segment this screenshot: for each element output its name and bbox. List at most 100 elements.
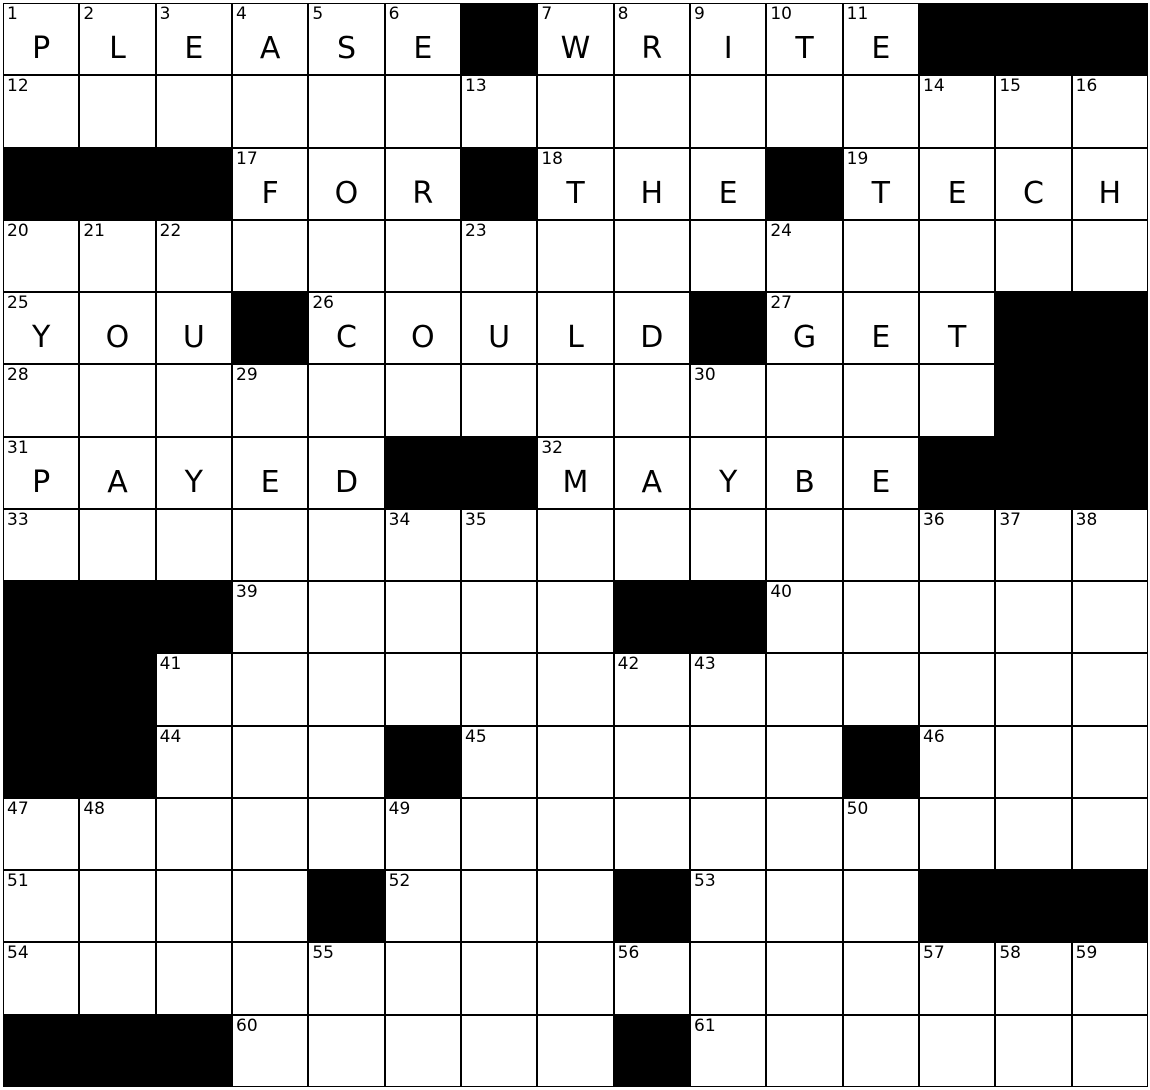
grid-cell[interactable] xyxy=(461,942,538,1015)
grid-cell[interactable] xyxy=(690,797,767,871)
grid-cell[interactable]: D xyxy=(613,292,690,365)
grid-cell[interactable]: 12 xyxy=(3,75,80,148)
grid-cell[interactable] xyxy=(308,581,385,654)
grid-cell[interactable] xyxy=(384,219,461,293)
grid-cell[interactable] xyxy=(79,75,156,148)
grid-cell[interactable] xyxy=(919,364,996,437)
grid-cell[interactable] xyxy=(461,364,538,437)
grid-cell[interactable] xyxy=(1071,581,1148,654)
grid-cell[interactable] xyxy=(995,1014,1072,1087)
grid-cell[interactable]: 21 xyxy=(79,219,156,293)
grid-cell[interactable] xyxy=(766,1014,843,1087)
grid-cell[interactable]: 52 xyxy=(384,870,461,943)
grid-cell[interactable] xyxy=(842,870,919,943)
grid-cell[interactable] xyxy=(384,653,461,726)
grid-cell[interactable]: 59 xyxy=(1071,942,1148,1015)
grid-cell[interactable] xyxy=(995,219,1072,293)
grid-cell[interactable]: 49 xyxy=(384,797,461,871)
grid-cell[interactable]: 22 xyxy=(155,219,232,293)
grid-cell[interactable] xyxy=(461,1014,538,1087)
grid-cell[interactable]: E xyxy=(919,147,996,220)
grid-cell[interactable]: 41 xyxy=(155,653,232,726)
grid-cell[interactable]: 10 T xyxy=(766,3,843,76)
grid-cell[interactable] xyxy=(308,364,385,437)
grid-cell[interactable]: O xyxy=(384,292,461,365)
grid-cell[interactable]: 13 xyxy=(461,75,538,148)
grid-cell[interactable]: 27 G xyxy=(766,292,843,365)
grid-cell[interactable] xyxy=(384,1014,461,1087)
grid-cell[interactable] xyxy=(613,364,690,437)
grid-cell[interactable] xyxy=(537,1014,614,1087)
grid-cell[interactable] xyxy=(613,725,690,798)
grid-cell[interactable]: 60 xyxy=(232,1014,309,1087)
grid-cell[interactable] xyxy=(995,797,1072,871)
grid-cell[interactable] xyxy=(842,653,919,726)
grid-cell[interactable]: 4A xyxy=(232,3,309,76)
grid-cell[interactable] xyxy=(766,870,843,943)
grid-cell[interactable] xyxy=(1071,725,1148,798)
grid-cell[interactable] xyxy=(384,364,461,437)
grid-cell[interactable]: 56 xyxy=(613,942,690,1015)
grid-cell[interactable]: 44 xyxy=(155,725,232,798)
grid-cell[interactable] xyxy=(1071,653,1148,726)
grid-cell[interactable]: 48 xyxy=(79,797,156,871)
grid-cell[interactable]: 14 xyxy=(919,75,996,148)
grid-cell[interactable] xyxy=(384,75,461,148)
grid-cell[interactable] xyxy=(537,797,614,871)
grid-cell[interactable]: 55 xyxy=(308,942,385,1015)
grid-cell[interactable]: 38 xyxy=(1071,508,1148,582)
grid-cell[interactable]: E xyxy=(842,292,919,365)
grid-cell[interactable] xyxy=(537,870,614,943)
grid-cell[interactable] xyxy=(79,942,156,1015)
grid-cell[interactable]: 46 xyxy=(919,725,996,798)
grid-cell[interactable] xyxy=(842,364,919,437)
grid-cell[interactable] xyxy=(232,725,309,798)
grid-cell[interactable]: 45 xyxy=(461,725,538,798)
grid-cell[interactable] xyxy=(919,219,996,293)
grid-cell[interactable] xyxy=(537,508,614,582)
grid-cell[interactable]: L xyxy=(537,292,614,365)
grid-cell[interactable] xyxy=(766,364,843,437)
grid-cell[interactable] xyxy=(995,725,1072,798)
grid-cell[interactable]: D xyxy=(308,436,385,509)
grid-cell[interactable]: 33 xyxy=(3,508,80,582)
grid-cell[interactable]: 32 M xyxy=(537,436,614,509)
grid-cell[interactable] xyxy=(766,508,843,582)
grid-cell[interactable]: 29 xyxy=(232,364,309,437)
grid-cell[interactable]: 3E xyxy=(155,3,232,76)
grid-cell[interactable]: O xyxy=(79,292,156,365)
grid-cell[interactable] xyxy=(537,219,614,293)
grid-cell[interactable] xyxy=(461,653,538,726)
grid-cell[interactable]: 2L xyxy=(79,3,156,76)
grid-cell[interactable] xyxy=(995,653,1072,726)
grid-cell[interactable]: 53 xyxy=(690,870,767,943)
grid-cell[interactable] xyxy=(79,870,156,943)
grid-cell[interactable]: 40 xyxy=(766,581,843,654)
grid-cell[interactable] xyxy=(842,75,919,148)
grid-cell[interactable] xyxy=(232,653,309,726)
grid-cell[interactable] xyxy=(842,581,919,654)
grid-cell[interactable] xyxy=(232,870,309,943)
grid-cell[interactable]: A xyxy=(79,436,156,509)
grid-cell[interactable]: H xyxy=(613,147,690,220)
grid-cell[interactable]: 47 xyxy=(3,797,80,871)
grid-cell[interactable] xyxy=(155,942,232,1015)
grid-cell[interactable] xyxy=(232,797,309,871)
grid-cell[interactable] xyxy=(537,725,614,798)
grid-cell[interactable]: 17 F xyxy=(232,147,309,220)
grid-cell[interactable] xyxy=(232,942,309,1015)
grid-cell[interactable] xyxy=(461,797,538,871)
grid-cell[interactable]: 26 C xyxy=(308,292,385,365)
grid-cell[interactable] xyxy=(308,75,385,148)
grid-cell[interactable]: 51 xyxy=(3,870,80,943)
grid-cell[interactable]: E xyxy=(842,436,919,509)
grid-cell[interactable] xyxy=(613,75,690,148)
grid-cell[interactable] xyxy=(155,364,232,437)
grid-cell[interactable] xyxy=(79,364,156,437)
grid-cell[interactable]: Y xyxy=(155,436,232,509)
grid-cell[interactable]: 31 P xyxy=(3,436,80,509)
grid-cell[interactable]: 30 xyxy=(690,364,767,437)
grid-cell[interactable] xyxy=(690,219,767,293)
grid-cell[interactable] xyxy=(766,75,843,148)
grid-cell[interactable]: 58 xyxy=(995,942,1072,1015)
